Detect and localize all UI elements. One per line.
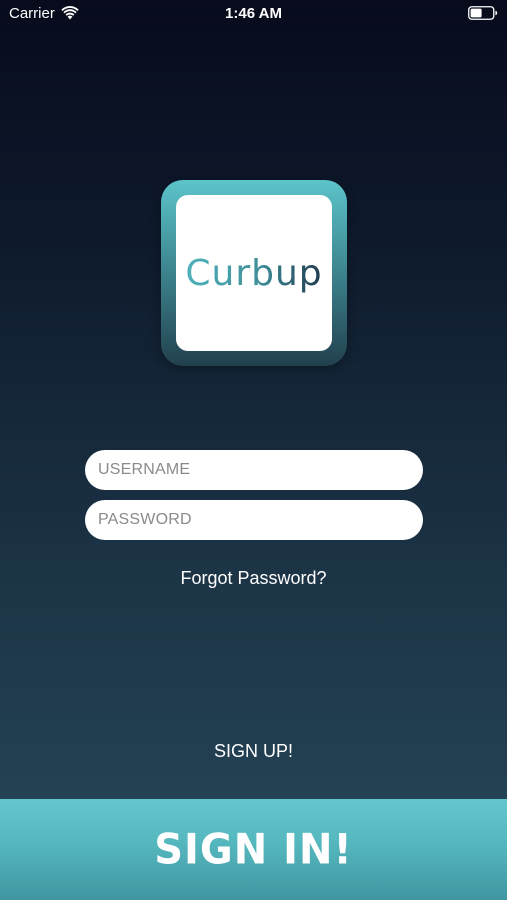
app-logo: Curbup — [161, 180, 347, 366]
brand-text: Curbup — [185, 253, 322, 294]
brand-wordmark: Curbup — [185, 253, 322, 294]
forgot-password-link[interactable]: Forgot Password? — [0, 568, 507, 589]
logo-card: Curbup — [176, 195, 332, 351]
battery-icon — [468, 6, 498, 20]
sign-in-label: SIGN IN! — [154, 825, 353, 874]
password-input[interactable] — [85, 500, 423, 540]
status-bar: Carrier 1:46 AM — [0, 0, 507, 28]
sign-up-link[interactable]: SIGN UP! — [0, 741, 507, 762]
sign-in-button[interactable]: SIGN IN! — [0, 799, 507, 900]
clock-time: 1:46 AM — [225, 5, 282, 22]
username-input[interactable] — [85, 450, 423, 490]
